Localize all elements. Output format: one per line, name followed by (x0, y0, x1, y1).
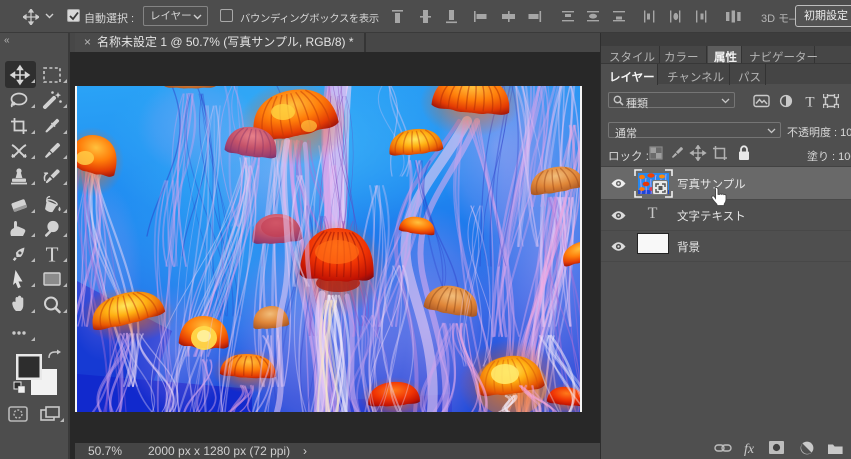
svg-text:fx: fx (744, 442, 755, 456)
svg-text:T: T (46, 243, 59, 267)
svg-text:T: T (805, 95, 814, 109)
